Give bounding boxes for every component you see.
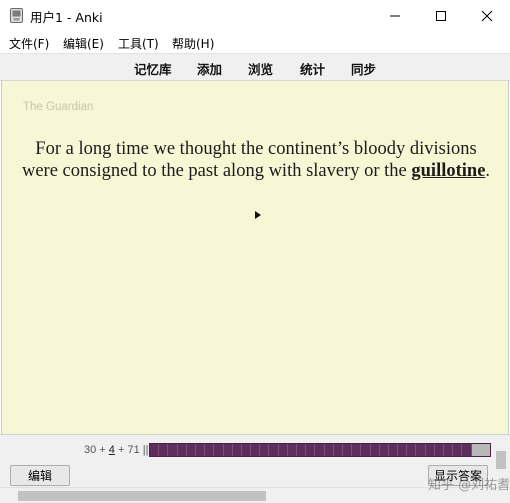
maximize-icon: [436, 10, 446, 21]
show-answer-button[interactable]: 显示答案: [428, 465, 488, 486]
card-view: The Guardian For a long time we thought …: [1, 81, 509, 434]
menu-bar: 文件(F) 编辑(E) 工具(T) 帮助(H): [0, 31, 510, 53]
vertical-scrollbar[interactable]: [492, 435, 510, 487]
window-title: 用户1 - Anki: [30, 10, 103, 25]
count-plus: +: [114, 444, 128, 456]
card-keyword: guillotine: [411, 161, 486, 181]
edit-button[interactable]: 编辑: [10, 465, 70, 486]
menu-help[interactable]: 帮助(H): [172, 35, 214, 52]
horizontal-scroll-thumb[interactable]: [18, 491, 266, 501]
play-audio-icon[interactable]: [254, 210, 262, 220]
review-progress-bar: [149, 443, 491, 457]
close-icon: [481, 10, 493, 21]
sentence-text: For a long time we thought the continent…: [21, 139, 477, 181]
title-bar: 用户1 - Anki: [0, 0, 510, 31]
card-source: The Guardian: [23, 101, 94, 113]
close-button[interactable]: [464, 0, 510, 31]
count-plus: +: [96, 444, 109, 456]
minimize-icon: [390, 15, 400, 16]
sentence-end: .: [485, 161, 491, 181]
review-count: 71: [127, 444, 140, 456]
minimize-button[interactable]: [372, 0, 418, 31]
review-bottom-bar: 30 + 4 + 71 || 编辑 显示答案 知乎 @刘祐耆: [0, 434, 510, 503]
new-count: 30: [84, 444, 97, 456]
vertical-scroll-thumb[interactable]: [496, 451, 506, 469]
due-counts: 30 + 4 + 71 ||: [84, 444, 149, 456]
maximize-button[interactable]: [418, 0, 464, 31]
menu-file[interactable]: 文件(F): [9, 35, 49, 52]
card-sentence: For a long time we thought the continent…: [16, 138, 496, 182]
toolbar-add[interactable]: 添加: [197, 59, 222, 78]
progress-remaining: [472, 444, 490, 456]
toolbar-sync[interactable]: 同步: [351, 59, 376, 78]
toolbar-stats[interactable]: 统计: [300, 59, 325, 78]
menu-edit[interactable]: 编辑(E): [63, 35, 104, 52]
anki-app-icon: [10, 8, 23, 23]
menu-tools[interactable]: 工具(T): [118, 35, 159, 52]
toolbar-decks[interactable]: 记忆库: [134, 59, 172, 78]
count-separator: ||: [139, 444, 149, 456]
main-toolbar: 记忆库 添加 浏览 统计 同步: [0, 53, 510, 81]
horizontal-scrollbar[interactable]: [0, 487, 510, 503]
toolbar-browse[interactable]: 浏览: [248, 59, 273, 78]
